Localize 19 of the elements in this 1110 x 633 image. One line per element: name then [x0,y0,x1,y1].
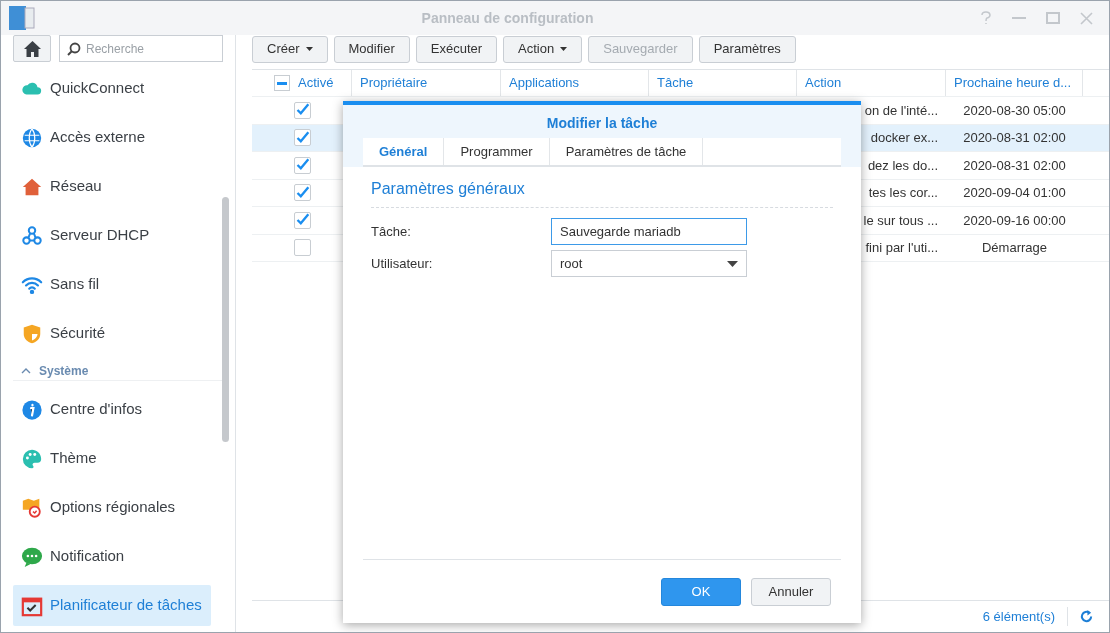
section-label: Système [39,363,89,380]
table-cell-text: 2020-09-04 01:00 [963,184,1066,202]
section-heading: Paramètres généraux [371,177,833,208]
field-label: Tâche: [371,222,412,241]
table-cell-text: 2020-08-30 05:00 [963,101,1066,120]
table-cell-text: 2020-08-31 02:00 [963,156,1066,175]
field-label: Utilisateur: [371,254,434,273]
window-title: Panneau de configuration [420,8,595,28]
table-cell-text: dez les do... [867,156,938,175]
dialog-title: Modifier la tâche [545,114,659,133]
item-count: 6 élément(s) [982,606,1068,627]
table-cell-text: 2020-08-31 02:00 [963,129,1066,147]
table-cell-text: tes les cor... [868,184,938,202]
table-cell-text: 2020-09-16 00:00 [963,211,1066,230]
table-cell-text: Démarrage [982,239,1047,257]
table-cell-text: docker ex... [870,129,938,147]
table-cell-text: fini par l'uti... [865,239,938,257]
table-cell-text: le sur tous ... [863,211,938,230]
table-cell-text: on de l'inté... [864,101,938,120]
